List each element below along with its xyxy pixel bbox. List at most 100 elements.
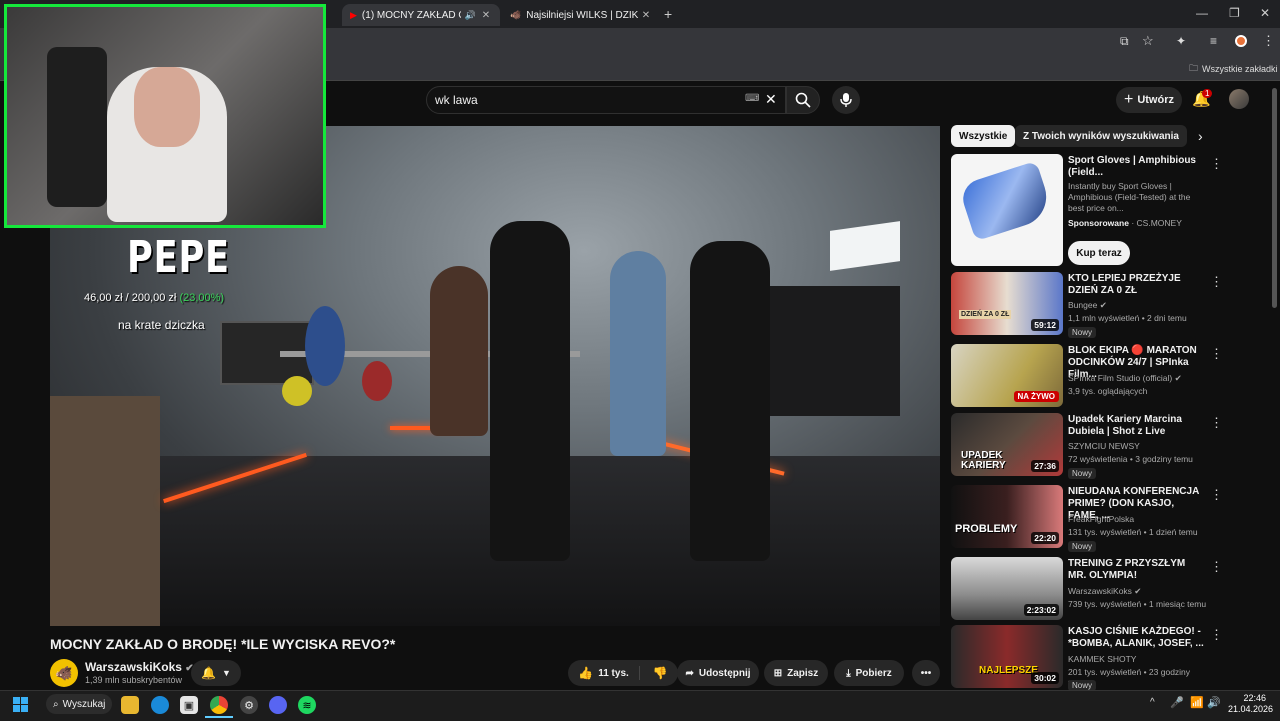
clothing-rack	[750, 286, 900, 416]
video-duration: 22:20	[1031, 532, 1059, 544]
share-label: Udostępnij	[698, 667, 751, 679]
item-menu-icon[interactable]: ⋮	[1210, 415, 1223, 431]
edge-icon[interactable]	[151, 696, 169, 714]
minimize-icon[interactable]: —	[1196, 6, 1208, 20]
keyboard-icon[interactable]: ⌨	[745, 93, 759, 104]
plus-icon: +	[1123, 91, 1134, 108]
chip-from-search[interactable]: Z Twoich wyników wyszukiwania	[1015, 125, 1187, 147]
reading-list-icon[interactable]: ≡	[1210, 34, 1217, 48]
video-title: MOCNY ZAKŁAD O BRODĘ! *ILE WYCISKA REVO?…	[50, 636, 396, 652]
item-menu-icon[interactable]: ⋮	[1210, 274, 1223, 290]
glove-image	[958, 160, 1054, 242]
video-thumbnail[interactable]: UPADEK KARIERY 27:36	[951, 413, 1063, 476]
ad-thumbnail[interactable]	[951, 154, 1063, 266]
browser-tab-active[interactable]: ▶ (1) MOCNY ZAKŁAD O BRO 🔊 ✕	[342, 4, 500, 26]
recommended-title[interactable]: TRENING Z PRZYSZŁYM MR. OLYMPIA!	[1068, 558, 1204, 582]
recommended-title[interactable]: Upadek Kariery Marcina Dubiela | Shot z …	[1068, 414, 1204, 438]
all-bookmarks-label: Wszystkie zakładki	[1202, 64, 1278, 74]
video-thumbnail[interactable]: NA ŻYWO	[951, 344, 1063, 407]
search-button[interactable]	[786, 86, 820, 114]
video-thumbnail[interactable]: PROBLEMY 22:20	[951, 485, 1063, 548]
spotify-icon[interactable]: ≋	[298, 696, 316, 714]
volume-icon[interactable]: 🔊	[1207, 696, 1221, 709]
new-tab-button[interactable]: +	[664, 6, 672, 22]
channel-avatar[interactable]: 🐗	[50, 659, 78, 687]
item-menu-icon[interactable]: ⋮	[1210, 487, 1223, 503]
microphone-tray-icon[interactable]: 🎤	[1170, 696, 1184, 709]
close-window-icon[interactable]: ✕	[1260, 6, 1270, 20]
clear-search-icon[interactable]: ✕	[765, 91, 777, 108]
taskbar-clock[interactable]: 22:46 21.04.2026	[1228, 693, 1273, 715]
file-explorer-icon[interactable]	[121, 696, 139, 714]
taskbar-search[interactable]: ⌕ Wyszukaj	[46, 694, 112, 714]
channel-label: SPInka Film Studio (official)	[1068, 373, 1173, 383]
search-input[interactable]: wk lawa	[435, 93, 478, 107]
video-thumbnail[interactable]: 2:23:02	[951, 557, 1063, 620]
discord-icon[interactable]	[269, 696, 287, 714]
item-menu-icon[interactable]: ⋮	[1210, 559, 1223, 575]
gaming-chair	[47, 47, 107, 207]
close-tab-icon[interactable]: ✕	[640, 10, 652, 21]
store-icon[interactable]: ▣	[180, 696, 198, 714]
download-button[interactable]: ⤓ Pobierz	[834, 660, 904, 686]
steam-icon[interactable]: ⚙	[240, 696, 258, 714]
sponsor-name: CS.MONEY	[1136, 218, 1182, 228]
page-scrollbar[interactable]	[1272, 88, 1277, 308]
buy-now-button[interactable]: Kup teraz	[1068, 241, 1130, 265]
tray-chevron-icon[interactable]: ^	[1150, 697, 1155, 708]
item-menu-icon[interactable]: ⋮	[1210, 627, 1223, 643]
new-badge: Nowy	[1068, 327, 1097, 338]
thumbs-down-icon[interactable]: 👎	[645, 666, 668, 680]
ad-title[interactable]: Sport Gloves | Amphibious (Field...	[1068, 155, 1204, 179]
channel-name[interactable]: WarszawskiKoks ✔	[85, 660, 194, 674]
share-icon: ➦	[685, 667, 694, 679]
recommended-channel: WarszawskiKoks ✔	[1068, 586, 1208, 597]
share-button[interactable]: ➦ Udostępnij	[677, 660, 759, 686]
person	[430, 266, 488, 436]
maximize-icon[interactable]: ❐	[1229, 6, 1240, 20]
browser-menu-icon[interactable]: ⋮	[1262, 33, 1275, 49]
recommended-meta: 1,1 mln wyświetleń • 2 dni temu	[1068, 313, 1187, 323]
recommended-title[interactable]: KTO LEPIEJ PRZEŻYJE DZIEŃ ZA 0 ZŁ	[1068, 273, 1204, 297]
bell-icon: 🔔	[201, 666, 217, 680]
profile-avatar-icon[interactable]	[1235, 35, 1247, 47]
all-bookmarks-folder[interactable]: 🗀 Wszystkie zakładki	[1189, 61, 1278, 77]
recommended-channel: SPInka Film Studio (official) ✔	[1068, 373, 1208, 384]
thumbnail-text: NAJLEPSZE	[979, 665, 1038, 676]
video-thumbnail[interactable]: NAJLEPSZE 30:02	[951, 625, 1063, 688]
chevron-down-icon: ▼	[222, 668, 231, 678]
cast-icon[interactable]: ⧉	[1120, 34, 1129, 49]
account-avatar[interactable]	[1229, 89, 1249, 109]
extensions-icon[interactable]: ✦	[1176, 34, 1186, 48]
chips-next-icon[interactable]: ›	[1198, 128, 1203, 144]
gym-window	[830, 221, 900, 271]
chip-all[interactable]: Wszystkie	[951, 125, 1016, 147]
channel-name-label: WarszawskiKoks	[85, 660, 182, 674]
ad-menu-icon[interactable]: ⋮	[1210, 156, 1223, 172]
weight-plate	[305, 306, 345, 386]
voice-search-button[interactable]	[832, 86, 860, 114]
like-button[interactable]: 👍 11 tys.	[578, 666, 640, 680]
windows-start-icon[interactable]	[13, 697, 28, 712]
item-menu-icon[interactable]: ⋮	[1210, 346, 1223, 362]
thumbnail-text: DZIEŃ ZA 0 ZŁ	[959, 310, 1012, 319]
wifi-icon[interactable]: 📶	[1190, 696, 1204, 709]
recommended-title[interactable]: KASJO CIŚNIE KAŻDEGO! - *BOMBA, ALANIK, …	[1068, 626, 1204, 650]
save-button[interactable]: ⊞ Zapisz	[764, 660, 828, 686]
audio-playing-icon[interactable]: 🔊	[465, 10, 476, 21]
goal-target: 200,00 zł	[131, 292, 177, 304]
more-icon: •••	[920, 667, 932, 679]
close-tab-icon[interactable]: ✕	[480, 10, 492, 21]
browser-tab[interactable]: 🐗 Najsilniejsi WILKS | DZIK ✕	[502, 4, 660, 26]
thumbnail-text: UPADEK KARIERY	[961, 450, 1006, 471]
subscription-bell-button[interactable]: 🔔 ▼	[191, 660, 241, 686]
subscriber-count: 1,39 mln subskrybentów	[85, 675, 183, 685]
tab-favicon-icon: 🐗	[510, 9, 522, 20]
search-box[interactable]: wk lawa ⌨ ✕	[426, 86, 786, 114]
chrome-icon[interactable]	[210, 696, 228, 714]
more-actions-button[interactable]: •••	[912, 660, 940, 686]
bookmark-star-icon[interactable]: ☆	[1142, 33, 1154, 49]
video-thumbnail[interactable]: DZIEŃ ZA 0 ZŁ 59:12	[951, 272, 1063, 335]
create-button[interactable]: + Utwórz	[1116, 87, 1182, 113]
like-dislike-group: 👍 11 tys. 👎	[568, 660, 678, 686]
